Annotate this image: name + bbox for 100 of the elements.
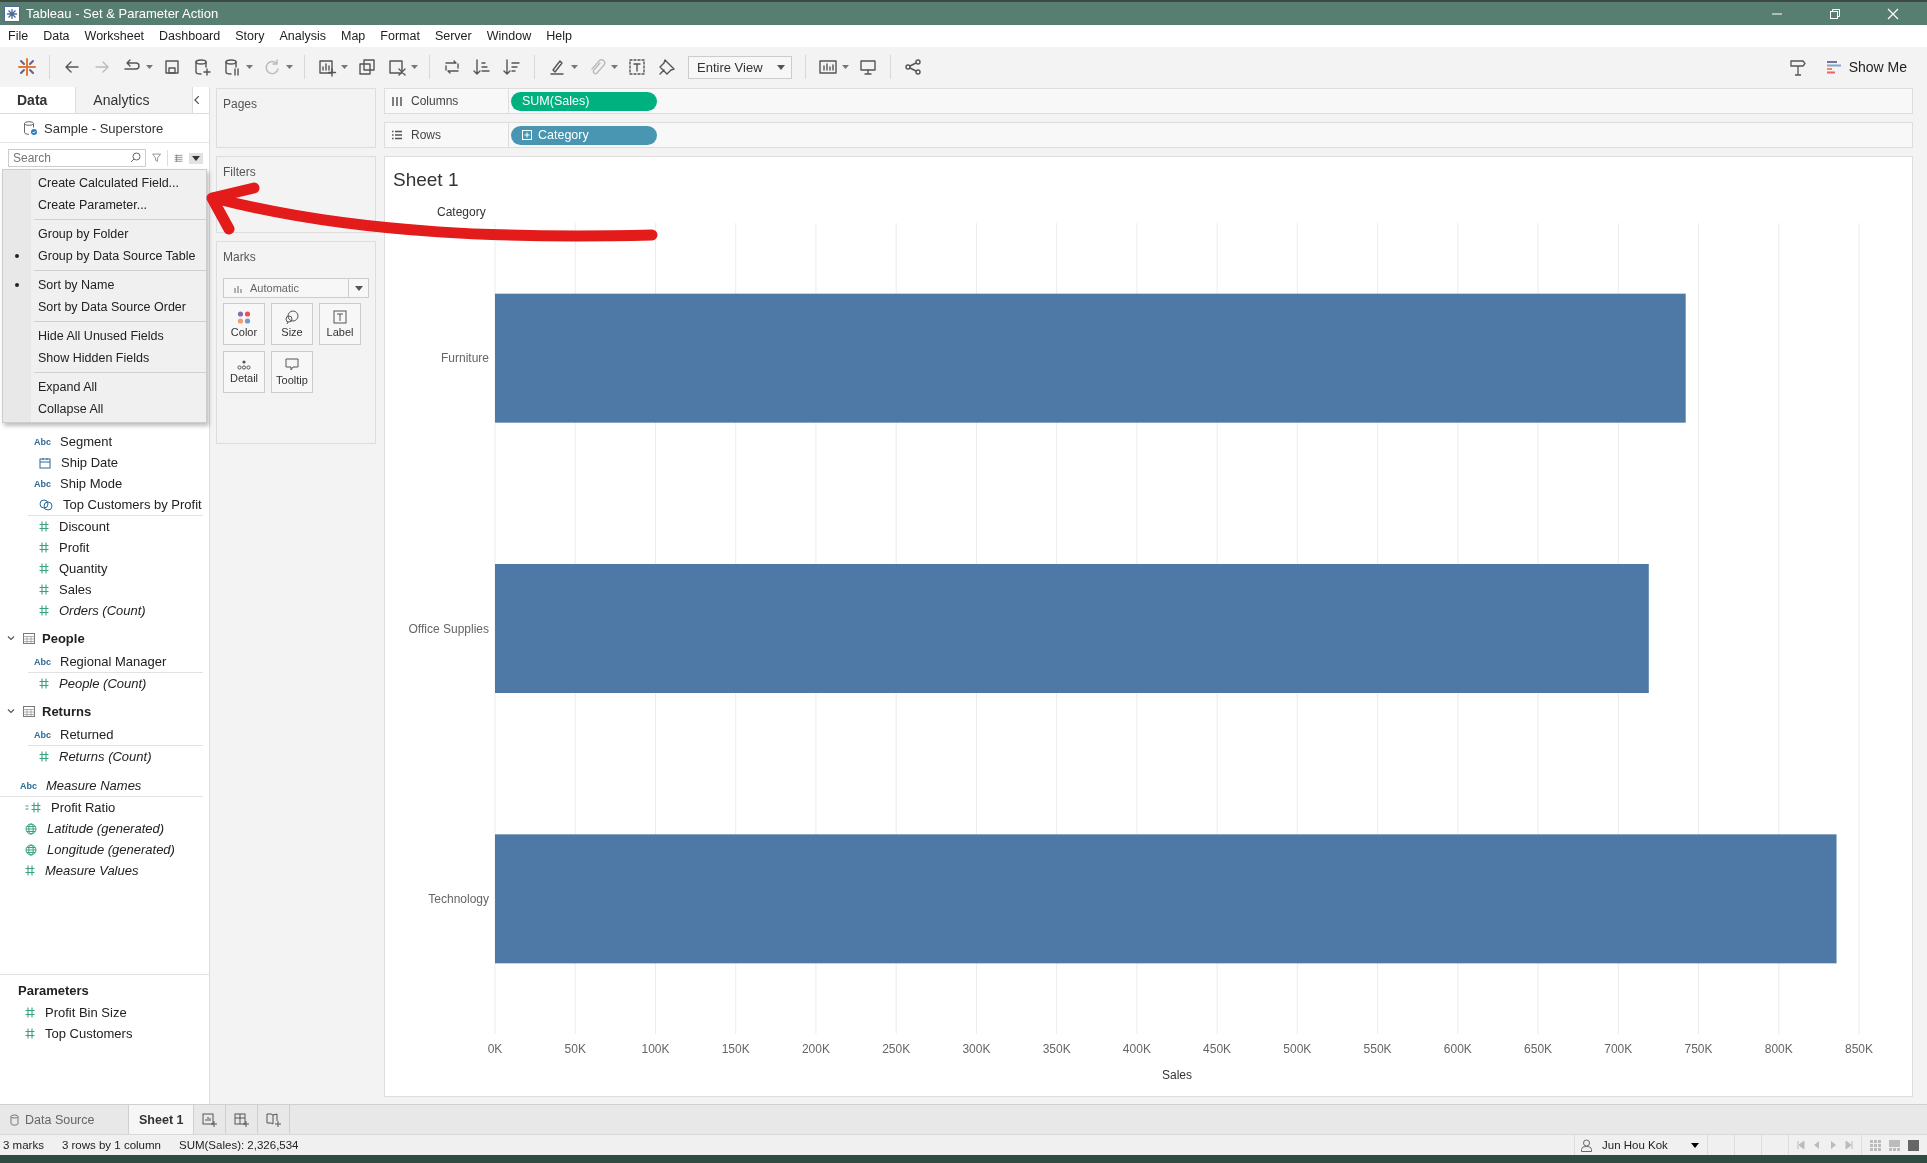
dropdown-button[interactable] [189, 152, 203, 164]
caret-icon [1691, 1142, 1699, 1148]
number-type-icon [39, 751, 49, 762]
new-worksheet-icon[interactable] [201, 1111, 218, 1128]
menu-item[interactable]: Create Parameter... [31, 198, 148, 212]
menu-item[interactable]: File [8, 29, 29, 43]
add-data-source-icon[interactable] [192, 57, 212, 77]
menu-item[interactable]: Worksheet [84, 29, 145, 43]
caret-icon[interactable] [341, 65, 348, 69]
mark-type-dropdown[interactable]: Automatic [223, 278, 369, 298]
sort-ascending-icon[interactable] [472, 57, 492, 77]
axis-tick-label: 600K [1443, 1042, 1472, 1056]
filter-icon[interactable] [152, 151, 162, 165]
menu-item[interactable]: Server [434, 29, 472, 43]
field-item[interactable]: Returns (Count) [59, 749, 152, 764]
string-type-icon: Abc [34, 656, 54, 667]
parameter-item[interactable]: Top Customers [45, 1026, 133, 1041]
clear-sheet-icon[interactable] [387, 57, 407, 77]
chevron-icon[interactable] [6, 633, 16, 643]
field-item[interactable]: Measure Values [45, 863, 139, 878]
duplicate-icon[interactable] [357, 57, 377, 77]
field-item[interactable]: Longitude (generated) [47, 842, 175, 857]
fit-dropdown[interactable]: Entire View [688, 55, 792, 79]
presentation-icon[interactable] [857, 57, 878, 77]
menu-item[interactable]: Map [340, 29, 366, 43]
sort-descending-icon[interactable] [502, 57, 522, 77]
field-item[interactable]: Measure Names [46, 778, 142, 793]
menu-item[interactable]: Sort by Name [31, 278, 115, 292]
show-me-button[interactable]: Show Me [1826, 59, 1907, 75]
field-item[interactable]: Ship Mode [60, 476, 123, 491]
caret-icon[interactable] [571, 65, 578, 69]
field-item[interactable]: Profit Ratio [51, 800, 116, 815]
axis-tick-label: 350K [1042, 1042, 1071, 1056]
menu-item[interactable]: Hide All Unused Fields [31, 329, 164, 343]
field-item[interactable]: Orders (Count) [59, 603, 146, 618]
pause-data-icon[interactable] [222, 57, 242, 77]
menu-item[interactable]: Collapse All [31, 402, 104, 416]
bars-icon [1826, 60, 1841, 74]
pin-icon[interactable] [657, 57, 677, 77]
field-item[interactable]: Quantity [59, 561, 108, 576]
share-icon[interactable] [902, 57, 923, 77]
marks-button[interactable]: Label [319, 303, 361, 345]
parameter-item[interactable]: Profit Bin Size [45, 1005, 127, 1020]
menu-item[interactable]: Show Hidden Fields [31, 351, 150, 365]
sheet-tab[interactable]: Sheet 1 [129, 1105, 195, 1134]
save-icon[interactable] [162, 57, 182, 77]
menu-item[interactable]: Group by Folder [31, 227, 129, 241]
new-worksheet-icon[interactable] [317, 57, 337, 77]
field-item[interactable]: Profit [59, 540, 90, 555]
menu-item[interactable]: Data [43, 29, 70, 43]
field-item[interactable]: Top Customers by Profit [63, 497, 202, 512]
new-story-icon[interactable] [265, 1111, 282, 1128]
menu-item[interactable]: Group by Data Source Table [31, 249, 196, 263]
field-item[interactable]: Ship Date [61, 455, 119, 470]
field-item[interactable]: Discount [59, 519, 110, 534]
marks-button[interactable]: Tooltip [271, 351, 313, 393]
caret-icon[interactable] [611, 65, 618, 69]
field-item[interactable]: People (Count) [59, 676, 147, 691]
menu-item[interactable]: Window [486, 29, 532, 43]
menu-item[interactable]: Format [380, 29, 420, 43]
single-view-icon[interactable] [1908, 1139, 1919, 1151]
table-name[interactable]: Returns [42, 703, 92, 719]
chevron-icon[interactable] [6, 706, 16, 716]
field-item[interactable]: Sales [59, 582, 92, 597]
marks-button[interactable]: Size [271, 303, 313, 345]
menu-item[interactable]: Sort by Data Source Order [31, 300, 186, 314]
caret-icon[interactable] [246, 65, 253, 69]
caret-icon[interactable] [841, 65, 849, 69]
panel-tab[interactable]: Analytics [76, 87, 194, 113]
field-item[interactable]: Segment [60, 434, 113, 449]
collapse-icon[interactable] [193, 95, 201, 105]
caret-icon[interactable] [146, 65, 153, 69]
caret-icon[interactable] [411, 65, 418, 69]
search-field[interactable]: Search [8, 149, 146, 167]
signpost-icon[interactable] [1787, 57, 1808, 77]
menu-item[interactable]: Story [235, 29, 265, 43]
marks-button[interactable]: Color [223, 303, 265, 345]
menu-item[interactable]: Analysis [279, 29, 326, 43]
field-item[interactable]: Returned [60, 727, 114, 742]
number-type-icon [39, 678, 49, 689]
caret-icon[interactable] [286, 65, 293, 69]
cards-icon[interactable] [817, 57, 838, 77]
marks-button[interactable]: Detail [223, 351, 265, 393]
menu-item[interactable]: Create Calculated Field... [31, 176, 180, 190]
new-dashboard-icon[interactable] [233, 1111, 250, 1128]
data-source-name[interactable]: Sample - Superstore [44, 120, 164, 136]
list-view-icon[interactable] [173, 152, 183, 164]
text-icon[interactable] [627, 57, 647, 77]
menu-item[interactable]: Help [546, 29, 572, 43]
caret-icon [776, 64, 785, 70]
dots-icon [237, 360, 251, 370]
logo-icon[interactable] [17, 57, 37, 77]
menu-item[interactable]: Dashboard [159, 29, 221, 43]
calculated-number-icon [25, 802, 41, 813]
menu-item[interactable]: Expand All [31, 380, 98, 394]
field-item[interactable]: Latitude (generated) [47, 821, 165, 836]
close-icon[interactable] [1887, 7, 1899, 20]
table-name[interactable]: People [42, 630, 85, 646]
restore-icon[interactable] [1829, 7, 1841, 20]
field-item[interactable]: Regional Manager [60, 654, 167, 669]
